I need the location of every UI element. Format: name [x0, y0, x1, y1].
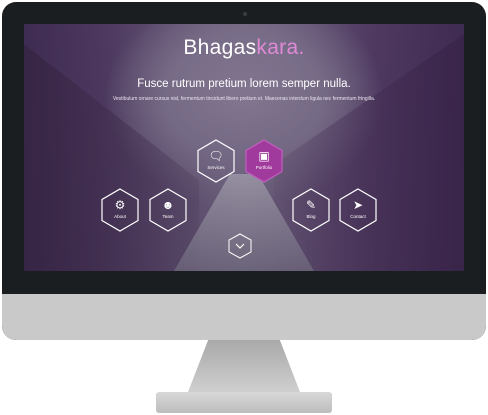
image-frame-icon: ▣: [258, 149, 270, 163]
paper-plane-icon: ➤: [352, 198, 364, 212]
nav-blog-button[interactable]: ✎ Blog: [291, 188, 331, 232]
gear-icon: ⚙: [114, 198, 126, 212]
nav-services-button[interactable]: 🗨︎ Services: [196, 139, 236, 183]
camera-dot: [243, 12, 247, 16]
nav-team-button[interactable]: ☻ Team: [148, 188, 188, 232]
nav-contact-button[interactable]: ➤ Contact: [338, 188, 378, 232]
person-icon: ☻: [161, 198, 175, 212]
nav-about-button[interactable]: ⚙ About: [100, 188, 140, 232]
hero-tagline: Fusce rutrum pretium lorem semper nulla.: [137, 78, 351, 90]
monitor-chin: [2, 294, 486, 340]
monitor-base: [156, 392, 332, 413]
site-logo[interactable]: Bhagaskara.: [24, 36, 464, 60]
hero-description: Vestibulum ornare cursus nisl, fermentum…: [112, 96, 376, 102]
chevron-down-icon: [235, 243, 245, 249]
pencil-icon: ✎: [305, 198, 317, 212]
website-screen: Bhagaskara. Fusce rutrum pretium lorem s…: [24, 24, 464, 271]
scroll-down-button[interactable]: [228, 233, 252, 259]
chat-bubble-icon: 🗨︎: [208, 149, 224, 163]
nav-portfolio-button[interactable]: ▣ Portfolio: [244, 139, 284, 183]
monitor-stand: [188, 340, 300, 392]
